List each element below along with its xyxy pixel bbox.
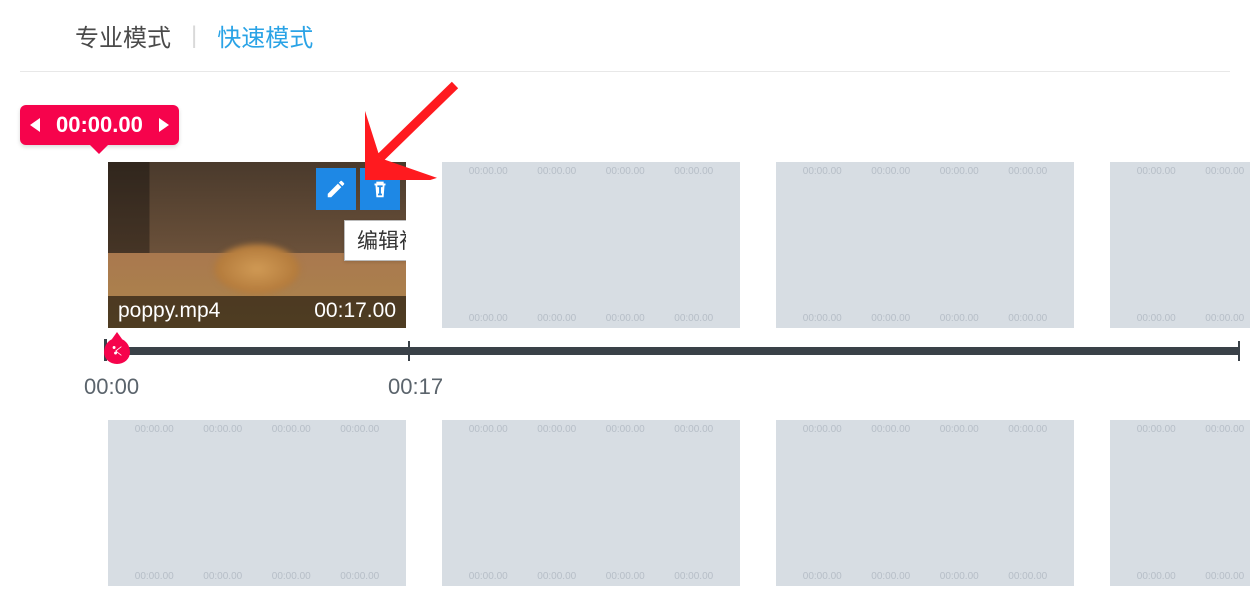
edit-tooltip: 编辑视频 xyxy=(344,220,406,261)
tab-divider: | xyxy=(191,22,197,50)
timeline-tick xyxy=(408,341,410,361)
clip-placeholder[interactable]: 00:00.0000:00.0000:00.0000:00.00 00:00.0… xyxy=(442,162,740,328)
annotation-arrow-icon xyxy=(365,80,465,180)
mode-tabs: 专业模式 | 快速模式 xyxy=(20,0,1230,72)
clip-row-1: 编辑视频 poppy.mp4 00:17.00 00:00.0000:00.00… xyxy=(108,162,1240,328)
clip-placeholder[interactable]: 00:00.0000:00.0000:00.0000:00.00 00:00.0… xyxy=(776,420,1074,586)
trash-icon xyxy=(369,178,391,200)
edit-clip-button[interactable] xyxy=(316,168,356,210)
clip-duration: 00:17.00 xyxy=(314,299,396,323)
clip-video[interactable]: 编辑视频 poppy.mp4 00:17.00 xyxy=(108,162,406,328)
clip-placeholder[interactable]: 00:00.0000:00.0000:00.0000:00.00 00:00.0… xyxy=(776,162,1074,328)
clip-placeholder[interactable]: 00:00.0000:00.0000:00.0000:00.00 00:00.0… xyxy=(108,420,406,586)
scissors-icon xyxy=(110,344,124,358)
clip-area: 编辑视频 poppy.mp4 00:17.00 00:00.0000:00.00… xyxy=(108,162,1240,586)
playhead-next-icon[interactable] xyxy=(159,118,169,132)
clip-placeholder[interactable]: 00:00.0000:00.0000:00.0000:00.00 00:00.0… xyxy=(1110,420,1250,586)
clip-placeholder[interactable]: 00:00.0000:00.0000:00.0000:00.00 00:00.0… xyxy=(442,420,740,586)
clip-filename: poppy.mp4 xyxy=(118,299,220,323)
clip-placeholder[interactable]: 00:00.0000:00.0000:00.0000:00.00 00:00.0… xyxy=(1110,162,1250,328)
cut-marker[interactable] xyxy=(104,338,130,364)
tab-quick-mode[interactable]: 快速模式 xyxy=(217,18,313,53)
tab-pro-mode[interactable]: 专业模式 xyxy=(75,18,171,53)
playhead-prev-icon[interactable] xyxy=(30,118,40,132)
playhead-indicator[interactable]: 00:00.00 xyxy=(20,105,179,145)
pencil-icon xyxy=(325,178,347,200)
timeline-ruler[interactable] xyxy=(104,347,1240,355)
clip-caption: poppy.mp4 00:17.00 xyxy=(108,296,406,328)
timeline-label-start: 00:00 xyxy=(84,374,139,400)
timeline-label-end: 00:17 xyxy=(388,374,443,400)
playhead-time: 00:00.00 xyxy=(46,112,153,138)
timeline-tick xyxy=(1238,341,1240,361)
clip-row-2: 00:00.0000:00.0000:00.0000:00.00 00:00.0… xyxy=(108,420,1240,586)
